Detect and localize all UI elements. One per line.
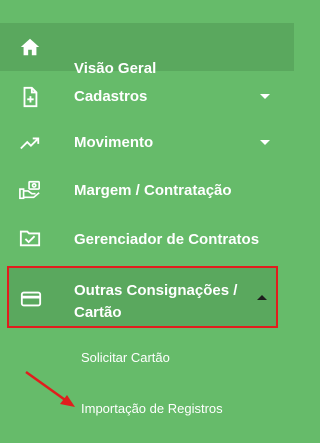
submenu-item-importacao-registros[interactable]: Importação de Registros (81, 401, 223, 416)
sidebar-menu: Visão Geral Cadastros Movimento Margem /… (0, 0, 294, 443)
trending-up-icon (19, 132, 41, 154)
sidebar-item-cadastros[interactable]: Cadastros (0, 74, 294, 120)
chevron-up-icon (257, 295, 267, 300)
chevron-down-icon (260, 140, 270, 145)
sidebar-item-label-line1: Outras Consignações / (74, 282, 238, 299)
sidebar-item-gerenciador-contratos[interactable]: Gerenciador de Contratos (0, 214, 294, 262)
sidebar-item-label-line2: Cartão (74, 304, 122, 321)
sidebar-item-margem-contratacao[interactable]: Margem / Contratação (0, 166, 294, 214)
credit-card-icon (20, 288, 42, 310)
sidebar-item-label: Cadastros (74, 88, 148, 105)
folder-check-icon (19, 227, 41, 249)
sidebar-item-label: Outras Consignações / Cartão (74, 280, 237, 324)
sidebar-item-label: Gerenciador de Contratos (74, 231, 260, 248)
money-hand-icon (19, 179, 41, 201)
home-icon (19, 36, 41, 58)
document-add-icon (19, 86, 41, 108)
sidebar-item-outras-consignacoes-cartao[interactable]: Outras Consignações / Cartão (7, 266, 278, 328)
submenu-item-solicitar-cartao[interactable]: Solicitar Cartão (81, 350, 170, 365)
chevron-down-icon (260, 94, 270, 99)
sidebar-item-label: Movimento (74, 134, 154, 151)
sidebar-item-movimento[interactable]: Movimento (0, 120, 294, 166)
sidebar-item-label: Margem / Contratação (74, 182, 232, 199)
sidebar-item-visao-geral[interactable]: Visão Geral (0, 23, 294, 77)
annotation-arrow-icon (25, 370, 75, 407)
